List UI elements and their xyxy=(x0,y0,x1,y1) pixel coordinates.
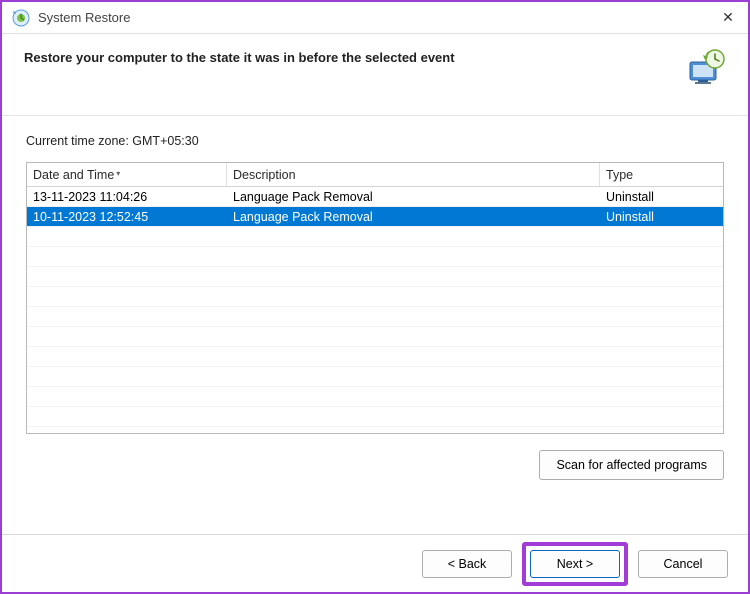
scan-affected-programs-button[interactable]: Scan for affected programs xyxy=(539,450,724,480)
column-header-description-label: Description xyxy=(233,168,296,182)
timezone-label: Current time zone: GMT+05:30 xyxy=(26,134,724,148)
cell-type: Uninstall xyxy=(600,208,723,226)
table-row[interactable] xyxy=(27,367,723,387)
table-row[interactable] xyxy=(27,247,723,267)
table-row[interactable] xyxy=(27,267,723,287)
column-header-description[interactable]: Description xyxy=(227,163,600,186)
table-row[interactable] xyxy=(27,307,723,327)
close-icon: ✕ xyxy=(722,9,734,26)
scan-button-row: Scan for affected programs xyxy=(26,450,724,480)
cell-type: Uninstall xyxy=(600,188,723,206)
titlebar: System Restore ✕ xyxy=(2,2,748,34)
table-body: 13-11-2023 11:04:26Language Pack Removal… xyxy=(27,187,723,433)
next-button[interactable]: Next > xyxy=(530,550,620,578)
table-row[interactable] xyxy=(27,287,723,307)
cell-date: 10-11-2023 12:52:45 xyxy=(27,208,227,226)
system-restore-icon xyxy=(12,9,30,27)
restore-header-icon xyxy=(686,48,726,88)
column-header-type-label: Type xyxy=(606,168,633,182)
header-instruction: Restore your computer to the state it wa… xyxy=(24,48,686,65)
next-button-highlight: Next > xyxy=(522,542,628,586)
restore-points-table: Date and Time ▾ Description Type 13-11-2… xyxy=(26,162,724,434)
close-button[interactable]: ✕ xyxy=(708,2,748,34)
table-row[interactable] xyxy=(27,347,723,367)
column-header-date-label: Date and Time xyxy=(33,168,114,182)
table-row[interactable] xyxy=(27,407,723,427)
window-title: System Restore xyxy=(38,10,708,25)
back-button[interactable]: < Back xyxy=(422,550,512,578)
table-row[interactable] xyxy=(27,227,723,247)
wizard-footer: < Back Next > Cancel xyxy=(2,534,748,592)
table-row[interactable]: 10-11-2023 12:52:45Language Pack Removal… xyxy=(27,207,723,227)
sort-descending-icon: ▾ xyxy=(116,169,120,178)
table-header-row: Date and Time ▾ Description Type xyxy=(27,163,723,187)
cancel-button[interactable]: Cancel xyxy=(638,550,728,578)
column-header-type[interactable]: Type xyxy=(600,163,723,186)
table-row[interactable] xyxy=(27,387,723,407)
cell-description: Language Pack Removal xyxy=(227,188,600,206)
cell-date: 13-11-2023 11:04:26 xyxy=(27,188,227,206)
table-row[interactable] xyxy=(27,327,723,347)
cell-description: Language Pack Removal xyxy=(227,208,600,226)
column-header-date[interactable]: Date and Time ▾ xyxy=(27,163,227,186)
content-area: Current time zone: GMT+05:30 Date and Ti… xyxy=(2,116,748,492)
table-row[interactable]: 13-11-2023 11:04:26Language Pack Removal… xyxy=(27,187,723,207)
wizard-header: Restore your computer to the state it wa… xyxy=(2,34,748,116)
